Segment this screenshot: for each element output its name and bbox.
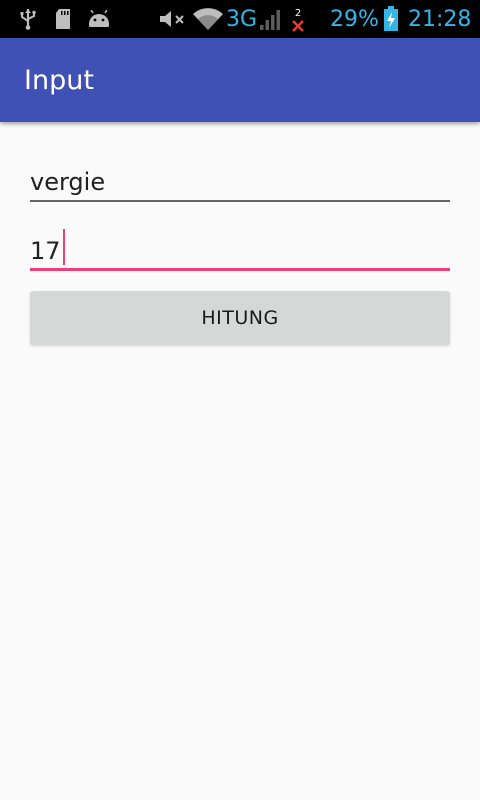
name-field-underline	[30, 200, 450, 202]
signal-icon	[258, 0, 284, 38]
wifi-icon	[192, 0, 224, 38]
app-title: Input	[24, 64, 94, 96]
network-type-label: 3G	[226, 6, 258, 32]
android-icon	[86, 0, 112, 38]
age-field-value: 17	[30, 237, 61, 265]
app-bar: Input	[0, 38, 480, 122]
clock: 21:28	[408, 6, 472, 32]
usb-icon	[16, 0, 40, 38]
battery-charging-icon	[380, 0, 402, 38]
status-bar: 3G 2 29% 21:28	[0, 0, 480, 38]
hitung-button[interactable]: HITUNG	[30, 291, 450, 345]
age-field-underline	[30, 268, 450, 271]
age-field-value-wrap: 17	[30, 229, 65, 265]
no-signal-icon: 2	[288, 0, 308, 38]
name-field-value: vergie	[30, 168, 106, 196]
battery-percent: 29%	[330, 6, 379, 32]
age-field[interactable]: 17	[30, 221, 450, 271]
sd-card-icon	[52, 0, 74, 38]
name-field[interactable]: vergie	[30, 152, 450, 202]
text-cursor	[62, 229, 65, 265]
sim-badge: 2	[294, 8, 302, 19]
mute-icon	[158, 0, 188, 38]
